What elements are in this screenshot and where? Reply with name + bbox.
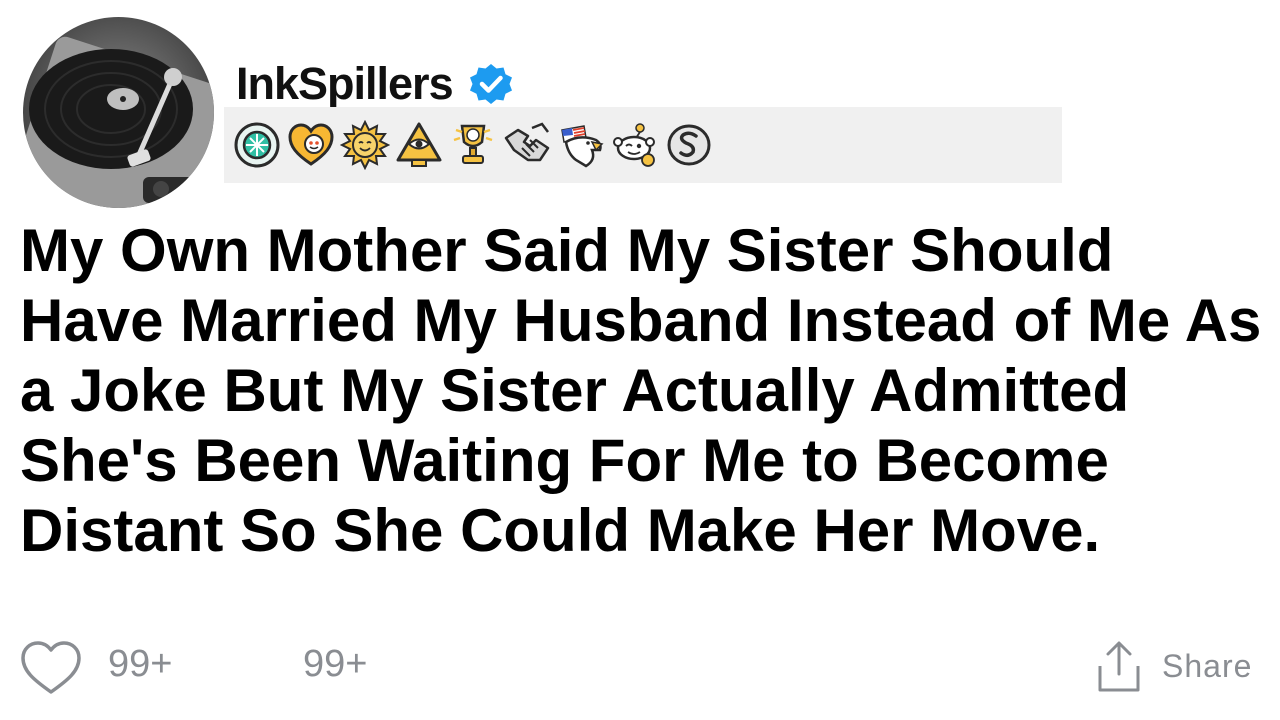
silver-s-award-icon[interactable] [664,120,714,170]
verified-badge-icon [467,60,515,108]
share-icon[interactable] [1094,640,1144,694]
sun-face-award-icon[interactable] [340,120,390,170]
gold-trophy-snoo-award-icon[interactable] [448,120,498,170]
post-card: InkSpillers My Own Mother Said My Sister… [0,0,1280,720]
handshake-award-icon[interactable] [502,120,552,170]
eagle-flag-award-icon[interactable] [556,120,606,170]
awards-bar [224,107,1062,183]
likes-count: 99+ [108,643,173,685]
gem-award-icon[interactable] [232,120,282,170]
username-row: InkSpillers [236,56,515,112]
snoo-wink-award-icon[interactable] [610,120,660,170]
post-footer: 99+ 99+ Share [0,630,1280,700]
heart-icon[interactable] [20,640,82,696]
avatar[interactable] [23,17,214,208]
pyramid-eye-award-icon[interactable] [394,120,444,170]
share-button[interactable]: Share [1162,646,1252,686]
heart-snoo-award-icon[interactable] [286,120,336,170]
post-title: My Own Mother Said My Sister Should Have… [20,217,1262,564]
username[interactable]: InkSpillers [236,56,454,112]
comments-count: 99+ [303,643,368,685]
record-player-avatar-icon [23,17,214,208]
